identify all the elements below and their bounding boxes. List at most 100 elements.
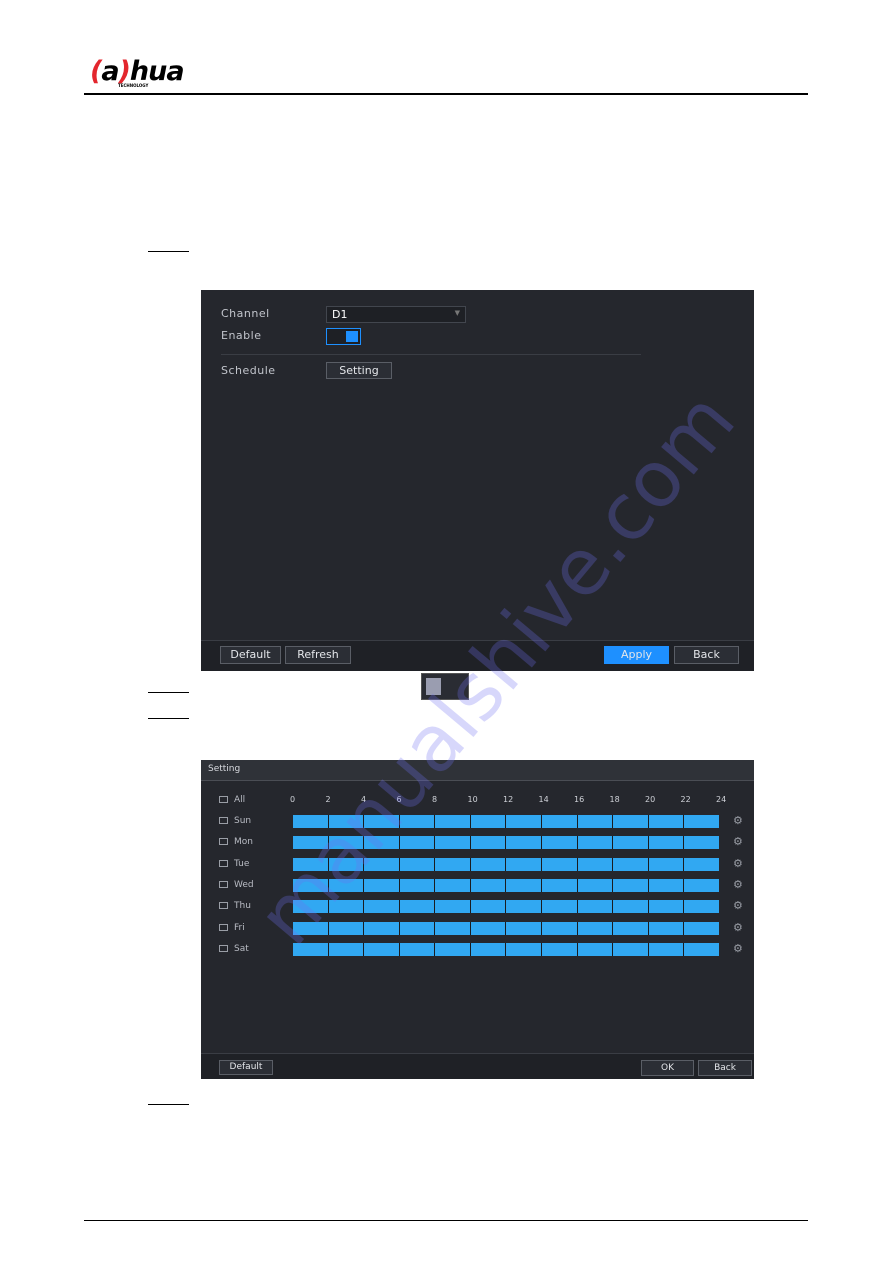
refresh-button[interactable]: Refresh <box>285 646 351 664</box>
schedule-segment[interactable] <box>684 857 719 871</box>
schedule-segment[interactable] <box>648 921 684 935</box>
schedule-segment[interactable] <box>399 857 435 871</box>
schedule-segment[interactable] <box>435 900 470 914</box>
schedule-segment[interactable] <box>506 857 542 871</box>
schedule-bar-sat[interactable] <box>293 942 719 956</box>
back-button[interactable]: Back <box>674 646 739 664</box>
schedule-segment[interactable] <box>470 942 506 956</box>
schedule-bar-fri[interactable] <box>293 921 719 935</box>
gear-icon[interactable]: ⚙ <box>733 835 743 848</box>
back-button[interactable]: Back <box>698 1060 752 1076</box>
schedule-segment[interactable] <box>506 900 542 914</box>
schedule-segment[interactable] <box>577 836 613 850</box>
schedule-segment[interactable] <box>684 921 719 935</box>
channel-label: Channel <box>221 307 270 320</box>
schedule-segment[interactable] <box>399 942 435 956</box>
schedule-segment[interactable] <box>648 815 684 828</box>
schedule-segment[interactable] <box>470 878 506 892</box>
schedule-segment[interactable] <box>684 878 719 892</box>
schedule-segment[interactable] <box>542 942 577 956</box>
schedule-segment[interactable] <box>613 900 648 914</box>
schedule-segment[interactable] <box>470 921 506 935</box>
schedule-segment[interactable] <box>648 942 684 956</box>
schedule-segment[interactable] <box>684 836 719 850</box>
step-marker <box>148 718 189 719</box>
gear-icon[interactable]: ⚙ <box>733 878 743 891</box>
day-checkbox-sun[interactable]: Sun <box>219 816 251 826</box>
schedule-segment[interactable] <box>435 836 470 850</box>
schedule-segment[interactable] <box>506 815 542 828</box>
schedule-segment[interactable] <box>613 857 648 871</box>
schedule-segment[interactable] <box>577 878 613 892</box>
schedule-segment[interactable] <box>577 921 613 935</box>
hour-label: 0 <box>290 795 296 804</box>
schedule-segment[interactable] <box>648 900 684 914</box>
schedule-segment[interactable] <box>613 836 648 850</box>
schedule-segment[interactable] <box>542 815 577 828</box>
schedule-segment[interactable] <box>577 857 613 871</box>
schedule-segment[interactable] <box>577 815 613 828</box>
apply-button[interactable]: Apply <box>604 646 669 664</box>
schedule-segment[interactable] <box>613 921 648 935</box>
schedule-segment[interactable] <box>613 942 648 956</box>
schedule-segment[interactable] <box>542 857 577 871</box>
schedule-segment[interactable] <box>435 815 470 828</box>
hour-label: 24 <box>716 795 727 804</box>
gear-icon[interactable]: ⚙ <box>733 942 743 955</box>
schedule-setting-button[interactable]: Setting <box>326 362 392 379</box>
default-button[interactable]: Default <box>219 1060 273 1075</box>
schedule-segment[interactable] <box>399 878 435 892</box>
day-checkbox-tue[interactable]: Tue <box>219 859 249 869</box>
schedule-segment[interactable] <box>648 836 684 850</box>
schedule-segment[interactable] <box>328 942 364 956</box>
schedule-segment[interactable] <box>648 857 684 871</box>
schedule-segment[interactable] <box>470 836 506 850</box>
schedule-segment[interactable] <box>542 900 577 914</box>
schedule-segment[interactable] <box>364 900 399 914</box>
schedule-segment[interactable] <box>470 815 506 828</box>
schedule-segment[interactable] <box>577 900 613 914</box>
schedule-segment[interactable] <box>542 878 577 892</box>
schedule-segment[interactable] <box>506 878 542 892</box>
schedule-segment[interactable] <box>684 815 719 828</box>
hour-label: 20 <box>645 795 656 804</box>
schedule-segment[interactable] <box>613 815 648 828</box>
gear-icon[interactable]: ⚙ <box>733 814 743 827</box>
day-checkbox-wed[interactable]: Wed <box>219 880 254 890</box>
schedule-segment[interactable] <box>435 878 470 892</box>
schedule-segment[interactable] <box>399 900 435 914</box>
schedule-segment[interactable] <box>506 942 542 956</box>
schedule-segment[interactable] <box>470 857 506 871</box>
schedule-segment[interactable] <box>435 857 470 871</box>
schedule-segment[interactable] <box>542 836 577 850</box>
day-checkbox-fri[interactable]: Fri <box>219 923 245 933</box>
day-label: Sat <box>234 943 249 954</box>
gear-icon[interactable]: ⚙ <box>733 899 743 912</box>
day-checkbox-mon[interactable]: Mon <box>219 837 253 847</box>
all-checkbox[interactable]: All <box>219 795 245 805</box>
schedule-segment[interactable] <box>435 921 470 935</box>
schedule-segment[interactable] <box>506 921 542 935</box>
schedule-segment[interactable] <box>577 942 613 956</box>
schedule-segment[interactable] <box>399 921 435 935</box>
day-checkbox-sat[interactable]: Sat <box>219 944 249 954</box>
schedule-segment[interactable] <box>648 878 684 892</box>
schedule-segment[interactable] <box>684 900 719 914</box>
schedule-segment[interactable] <box>506 836 542 850</box>
schedule-label: Schedule <box>221 364 276 377</box>
ok-button[interactable]: OK <box>641 1060 694 1076</box>
schedule-segment[interactable] <box>364 942 399 956</box>
schedule-segment[interactable] <box>364 921 399 935</box>
day-label: Fri <box>234 922 245 933</box>
schedule-segment[interactable] <box>542 921 577 935</box>
schedule-segment[interactable] <box>470 900 506 914</box>
gear-icon[interactable]: ⚙ <box>733 857 743 870</box>
default-button[interactable]: Default <box>220 646 281 664</box>
channel-dropdown[interactable]: D1 ▼ <box>326 306 466 323</box>
schedule-segment[interactable] <box>613 878 648 892</box>
schedule-segment[interactable] <box>435 942 470 956</box>
enable-toggle[interactable] <box>326 328 361 345</box>
footer-rule <box>84 1220 808 1221</box>
schedule-segment[interactable] <box>684 942 719 956</box>
gear-icon[interactable]: ⚙ <box>733 921 743 934</box>
